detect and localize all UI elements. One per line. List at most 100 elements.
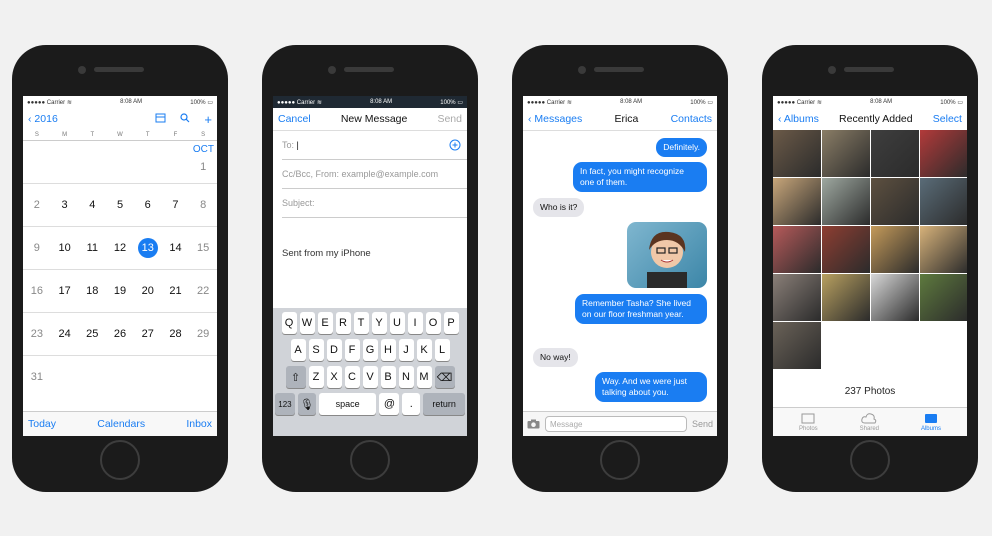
inbox-button[interactable]: Inbox xyxy=(186,418,212,430)
key-n[interactable]: N xyxy=(398,366,414,388)
key-w[interactable]: W xyxy=(299,312,315,334)
shift-key[interactable]: ⇧ xyxy=(285,366,306,388)
calendar-day[interactable]: 14 xyxy=(162,242,190,254)
photo-thumbnail[interactable] xyxy=(822,274,870,321)
message-input[interactable]: Message xyxy=(545,416,687,432)
photo-thumbnail[interactable] xyxy=(871,226,919,273)
key-f[interactable]: F xyxy=(344,339,360,361)
key-b[interactable]: B xyxy=(380,366,396,388)
key-s[interactable]: S xyxy=(308,339,324,361)
photo-thumbnail[interactable] xyxy=(920,274,967,321)
calendar-day[interactable]: 15 xyxy=(189,242,217,254)
add-event-icon[interactable]: + xyxy=(204,112,212,127)
key-x[interactable]: X xyxy=(326,366,342,388)
subject-field[interactable]: Subject: xyxy=(282,189,467,218)
key-u[interactable]: U xyxy=(389,312,405,334)
calendar-day[interactable]: 23 xyxy=(23,328,51,340)
key-t[interactable]: T xyxy=(353,312,369,334)
photo-thumbnail[interactable] xyxy=(822,178,870,225)
calendar-day[interactable]: 18 xyxy=(78,285,106,297)
at-key[interactable]: @ xyxy=(379,393,400,415)
calendar-day[interactable]: 6 xyxy=(134,199,162,211)
calendar-day[interactable]: 31 xyxy=(23,371,51,383)
photo-thumbnail[interactable] xyxy=(871,274,919,321)
home-button[interactable] xyxy=(100,440,140,480)
calendar-day[interactable]: 22 xyxy=(189,285,217,297)
calendar-day[interactable]: 17 xyxy=(51,285,79,297)
photo-thumbnail[interactable] xyxy=(822,226,870,273)
calendar-day[interactable]: 5 xyxy=(106,199,134,211)
tab-shared[interactable]: Shared xyxy=(860,412,879,432)
space-key[interactable]: space xyxy=(318,393,377,415)
key-q[interactable]: Q xyxy=(281,312,297,334)
return-key[interactable]: return xyxy=(423,393,465,415)
back-year-button[interactable]: ‹ 2016 xyxy=(28,113,58,125)
key-m[interactable]: M xyxy=(416,366,432,388)
back-messages-button[interactable]: ‹ Messages xyxy=(528,113,582,125)
key-h[interactable]: H xyxy=(380,339,396,361)
key-l[interactable]: L xyxy=(434,339,450,361)
home-button[interactable] xyxy=(850,440,890,480)
add-contact-icon[interactable] xyxy=(449,139,461,151)
calendar-day[interactable]: 9 xyxy=(23,242,51,254)
key-k[interactable]: K xyxy=(416,339,432,361)
to-field[interactable]: To: | xyxy=(282,131,467,160)
send-button[interactable]: Send xyxy=(437,113,462,125)
photo-thumbnail[interactable] xyxy=(871,178,919,225)
key-d[interactable]: D xyxy=(326,339,342,361)
calendar-day[interactable]: 7 xyxy=(162,199,190,211)
photo-thumbnail[interactable] xyxy=(773,130,821,177)
calendar-day[interactable]: 21 xyxy=(162,285,190,297)
calendar-day[interactable]: 26 xyxy=(106,328,134,340)
key-j[interactable]: J xyxy=(398,339,414,361)
calendar-day[interactable]: 24 xyxy=(51,328,79,340)
calendar-day[interactable]: 13 xyxy=(134,238,162,258)
back-albums-button[interactable]: ‹ Albums xyxy=(778,113,819,125)
calendar-day[interactable]: 16 xyxy=(23,285,51,297)
calendar-day[interactable]: 11 xyxy=(78,242,106,254)
today-button[interactable]: Today xyxy=(28,418,56,430)
calendar-day[interactable]: 8 xyxy=(189,199,217,211)
numbers-key[interactable]: 123 xyxy=(275,393,295,415)
calendar-day[interactable]: 25 xyxy=(78,328,106,340)
calendar-day[interactable]: 2 xyxy=(23,199,51,211)
mail-body[interactable]: Sent from my iPhone xyxy=(273,218,467,259)
key-g[interactable]: G xyxy=(362,339,378,361)
photo-message[interactable] xyxy=(627,222,707,288)
key-e[interactable]: E xyxy=(317,312,333,334)
calendar-day[interactable]: 4 xyxy=(78,199,106,211)
dot-key[interactable]: . xyxy=(402,393,421,415)
key-p[interactable]: P xyxy=(443,312,459,334)
list-view-icon[interactable] xyxy=(155,112,166,127)
calendar-day[interactable]: 28 xyxy=(162,328,190,340)
key-y[interactable]: Y xyxy=(371,312,387,334)
home-button[interactable] xyxy=(350,440,390,480)
photo-thumbnail[interactable] xyxy=(871,130,919,177)
microphone-icon[interactable]: 🎙 xyxy=(297,393,316,415)
calendar-day[interactable]: 1 xyxy=(189,161,217,173)
photo-thumbnail[interactable] xyxy=(920,178,967,225)
calendars-button[interactable]: Calendars xyxy=(97,418,145,430)
key-v[interactable]: V xyxy=(362,366,378,388)
send-button[interactable]: Send xyxy=(692,419,713,429)
calendar-day[interactable]: 10 xyxy=(51,242,79,254)
key-o[interactable]: O xyxy=(425,312,441,334)
key-z[interactable]: Z xyxy=(308,366,324,388)
cc-bcc-field[interactable]: Cc/Bcc, From: example@example.com xyxy=(282,160,467,189)
calendar-day[interactable]: 20 xyxy=(134,285,162,297)
key-a[interactable]: A xyxy=(290,339,306,361)
calendar-day[interactable]: 27 xyxy=(134,328,162,340)
photo-thumbnail[interactable] xyxy=(920,130,967,177)
photo-thumbnail[interactable] xyxy=(822,130,870,177)
key-r[interactable]: R xyxy=(335,312,351,334)
key-c[interactable]: C xyxy=(344,366,360,388)
delete-key[interactable]: ⌫ xyxy=(434,366,455,388)
cancel-button[interactable]: Cancel xyxy=(278,113,311,125)
calendar-day[interactable]: 29 xyxy=(189,328,217,340)
search-icon[interactable] xyxy=(180,112,190,127)
photo-thumbnail[interactable] xyxy=(773,226,821,273)
photo-thumbnail[interactable] xyxy=(773,178,821,225)
calendar-day[interactable]: 12 xyxy=(106,242,134,254)
calendar-day[interactable]: 19 xyxy=(106,285,134,297)
photo-thumbnail[interactable] xyxy=(773,274,821,321)
